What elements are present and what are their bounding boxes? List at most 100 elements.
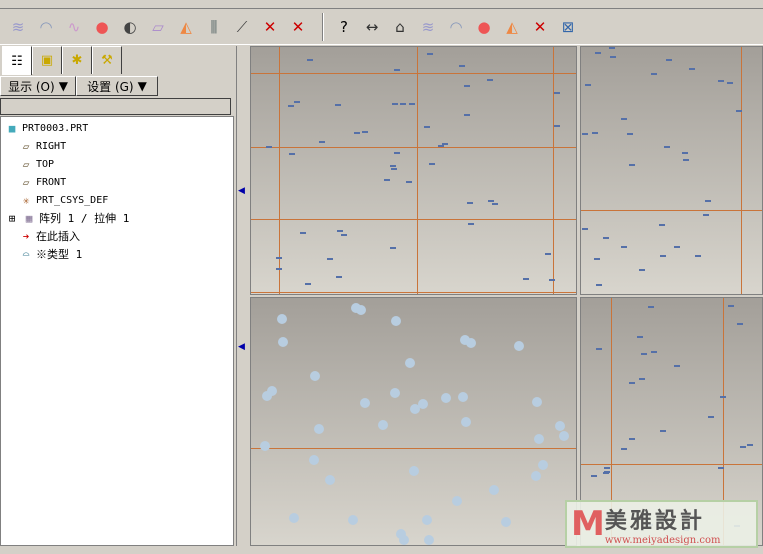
mesh-segment [747,443,754,446]
toolbar-separator [322,13,324,41]
mesh-segment [651,351,658,354]
mesh-point [314,424,325,435]
tab-layers[interactable]: ▣ [32,46,62,74]
mesh-segment [393,68,400,71]
deviation-icon[interactable]: ⟋ [230,15,254,39]
hide-analysis-icon[interactable]: ⊠ [556,15,580,39]
mesh-segment [464,84,470,87]
collapse-arrow-icon[interactable]: ◀ [238,186,245,196]
mesh-point [410,404,421,415]
tree-item-label: TOP [36,158,55,170]
mesh-segment [628,437,635,440]
tree-item-pattern[interactable]: ⊞ ▦ 阵列 1 / 拉伸 1 [5,209,233,227]
mesh-point [534,433,545,444]
layers-icon: ▣ [40,53,54,68]
mesh-segment [442,143,449,145]
mesh-segment [299,231,306,234]
mesh-segment [629,163,636,166]
datum-plane-icon: ▱ [22,157,30,171]
expand-icon[interactable]: ⊞ [5,212,19,225]
mesh-segment [717,79,724,82]
settings-menu-button[interactable]: 设置 (G) ▼ [76,76,158,96]
mesh-segment [673,245,680,248]
shade-analysis-icon[interactable]: ● [472,15,496,39]
tab-connections[interactable]: ⚒ [92,46,122,74]
watermark-logo: M 美雅設計 www.meiyadesign.com [565,500,758,548]
mesh-segment [336,230,343,233]
mesh-segment [610,55,617,58]
mesh-point [538,460,549,471]
show-menu-button[interactable]: 显示 (O) ▼ [0,76,76,96]
mesh-segment [553,124,560,127]
delete-curvature-icon[interactable]: ✕ [258,15,282,39]
tree-item-front[interactable]: ▱ FRONT [5,173,233,191]
mesh-segment [673,364,680,367]
mesh-point [460,417,471,428]
tree-item-feature[interactable]: ⌓ ※类型 1 [5,245,233,263]
mesh-segment [548,278,555,281]
mesh-point [530,470,541,481]
measure-icon[interactable]: ↔ [360,15,384,39]
draft-icon[interactable]: ▱ [146,15,170,39]
section-icon[interactable]: ◠ [34,15,58,39]
mesh-segment [437,145,444,148]
mesh-segment [666,59,673,62]
dihedral-icon[interactable]: ⫼ [202,15,226,39]
mesh-segment [620,245,627,248]
viewport-top-left[interactable] [250,46,577,295]
mesh-segment [400,103,407,106]
mesh-segment [682,159,689,162]
search-field[interactable] [0,98,231,115]
tab-model-tree[interactable]: ☷ [2,46,32,75]
mesh-segment [620,117,627,120]
curvature-icon[interactable]: ≋ [6,15,30,39]
mesh-point [310,370,321,381]
shade-icon[interactable]: ● [90,15,114,39]
help-icon[interactable]: ? [332,15,356,39]
mesh-segment [319,141,326,144]
mesh-point [500,516,511,527]
tree-item-right[interactable]: ▱ RIGHT [5,137,233,155]
model-tree-icon: ☷ [11,53,23,69]
mesh-point [262,390,273,401]
collapse-arrow-icon[interactable]: ◀ [238,342,245,352]
datum-plane-icon: ▱ [22,175,30,189]
delete-analysis-icon[interactable]: ✕ [528,15,552,39]
mesh-point [390,316,401,327]
reflection-icon[interactable]: ◐ [118,15,142,39]
feature-icon: ⌓ [22,247,30,261]
surface-analysis-icon[interactable]: ◠ [444,15,468,39]
slope-analysis-icon[interactable]: ◭ [500,15,524,39]
panel-splitter[interactable]: ◀ ◀ [236,46,248,546]
mesh-point [277,314,288,325]
area-icon[interactable]: ⌂ [388,15,412,39]
datum-plane-icon: ▱ [22,139,30,153]
mesh-segment [688,67,695,70]
mesh-point [488,484,499,495]
tree-item-label: RIGHT [36,140,67,152]
tree-item-label: ※类型 1 [36,248,83,261]
viewport-top-right[interactable] [580,46,763,295]
main-toolbar [0,0,763,9]
mesh-segment [287,105,294,108]
watermark-brand: 美雅設計 [604,508,705,534]
tree-item-part[interactable]: ■ PRT0003.PRT [5,119,233,137]
tree-item-label: 阵列 1 / 拉伸 1 [39,212,130,225]
csys-icon: ✳ [22,193,30,207]
mesh-point [408,465,419,476]
tree-item-csys[interactable]: ✳ PRT_CSYS_DEF [5,191,233,209]
offset-icon[interactable]: ∿ [62,15,86,39]
viewport-bottom-left[interactable] [250,297,577,546]
mesh-segment [468,223,475,226]
mesh-segment [620,448,627,451]
mesh-segment [695,254,702,257]
mesh-point [390,388,401,399]
tree-item-insert-here[interactable]: ➔ 在此插入 [5,227,233,245]
tree-item-top[interactable]: ▱ TOP [5,155,233,173]
slope-icon[interactable]: ◭ [174,15,198,39]
mesh-segment [628,382,635,385]
curve-analysis-icon[interactable]: ≋ [416,15,440,39]
mesh-point [378,419,389,430]
tab-favorites[interactable]: ✱ [62,46,92,74]
delete-section-icon[interactable]: ✕ [286,15,310,39]
